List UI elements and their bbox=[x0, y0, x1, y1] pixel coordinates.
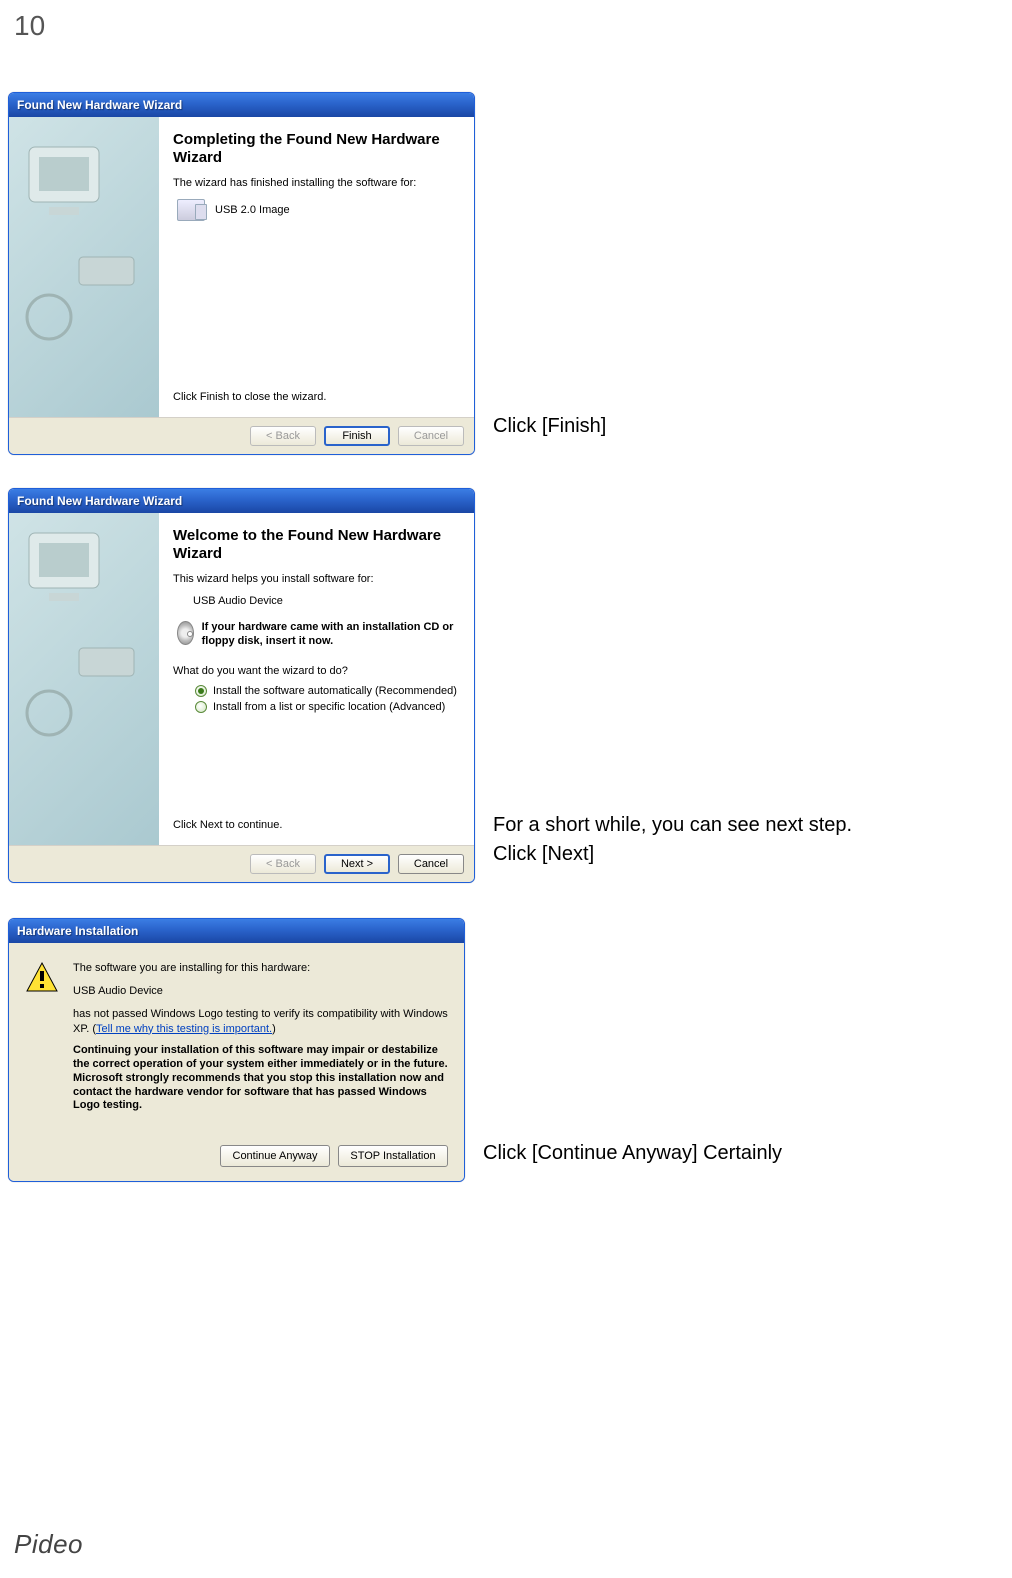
device-name: USB 2.0 Image bbox=[215, 204, 290, 216]
titlebar: Hardware Installation bbox=[9, 919, 464, 943]
radio-label: Install the software automatically (Reco… bbox=[213, 685, 457, 697]
dialog-found-new-hardware-welcome: Found New Hardware Wizard Welcome to the… bbox=[8, 488, 475, 883]
radio-option-auto[interactable]: Install the software automatically (Reco… bbox=[195, 685, 458, 697]
wizard-subtext: The wizard has finished installing the s… bbox=[173, 177, 458, 189]
hardware-graphic-icon bbox=[9, 513, 159, 845]
section-finish-wizard: Found New Hardware Wizard Completing the… bbox=[8, 92, 606, 455]
stop-installation-button[interactable]: STOP Installation bbox=[338, 1145, 448, 1167]
continue-hint: Click Next to continue. bbox=[173, 819, 458, 831]
wizard-sidebar-graphic bbox=[9, 117, 159, 417]
cd-hint-row: If your hardware came with an installati… bbox=[177, 621, 458, 649]
instruction-text: For a short while, you can see next step… bbox=[493, 811, 852, 869]
wizard-prompt: What do you want the wizard to do? bbox=[173, 665, 458, 677]
next-button[interactable]: Next > bbox=[324, 854, 390, 874]
instruction-text: Click [Finish] bbox=[493, 412, 606, 441]
warn-bold-text: Continuing your installation of this sof… bbox=[73, 1044, 448, 1113]
warn-device: USB Audio Device bbox=[73, 984, 448, 999]
page-number: 10 bbox=[14, 10, 45, 42]
radio-option-advanced[interactable]: Install from a list or specific location… bbox=[195, 701, 458, 713]
wizard-heading: Welcome to the Found New Hardware Wizard bbox=[173, 527, 458, 563]
continue-anyway-button[interactable]: Continue Anyway bbox=[220, 1145, 330, 1167]
cd-hint-text: If your hardware came with an installati… bbox=[202, 621, 458, 649]
close-hint: Click Finish to close the wizard. bbox=[173, 391, 458, 403]
radio-unselected-icon bbox=[195, 701, 207, 713]
usb-image-device-icon bbox=[177, 199, 205, 221]
tell-me-why-link[interactable]: Tell me why this testing is important. bbox=[96, 1023, 272, 1035]
radio-selected-icon bbox=[195, 685, 207, 697]
section-welcome-wizard: Found New Hardware Wizard Welcome to the… bbox=[8, 488, 852, 883]
dialog-hardware-installation: Hardware Installation The software you a… bbox=[8, 918, 465, 1182]
wizard-content: Completing the Found New Hardware Wizard… bbox=[159, 117, 474, 417]
radio-label: Install from a list or specific location… bbox=[213, 701, 445, 713]
titlebar: Found New Hardware Wizard bbox=[9, 489, 474, 513]
section-hardware-installation-warning: Hardware Installation The software you a… bbox=[8, 918, 782, 1182]
wizard-content: Welcome to the Found New Hardware Wizard… bbox=[159, 513, 474, 845]
warning-button-row: Continue Anyway STOP Installation bbox=[25, 1145, 448, 1167]
cd-disc-icon bbox=[177, 621, 194, 645]
warn-line1: The software you are installing for this… bbox=[73, 961, 448, 976]
warning-text: The software you are installing for this… bbox=[73, 961, 448, 1113]
wizard-heading: Completing the Found New Hardware Wizard bbox=[173, 131, 458, 167]
instruction-line: For a short while, you can see next step… bbox=[493, 811, 852, 840]
warning-body: The software you are installing for this… bbox=[9, 943, 464, 1181]
footer-brand-logo: Pideo bbox=[14, 1529, 83, 1560]
wizard-subtext: This wizard helps you install software f… bbox=[173, 573, 458, 585]
instruction-text: Click [Continue Anyway] Certainly bbox=[483, 1139, 782, 1168]
titlebar: Found New Hardware Wizard bbox=[9, 93, 474, 117]
back-button: < Back bbox=[250, 426, 316, 446]
button-row: < Back Next > Cancel bbox=[9, 845, 474, 882]
hardware-graphic-icon bbox=[9, 117, 159, 417]
button-row: < Back Finish Cancel bbox=[9, 417, 474, 454]
instruction-line: Click [Next] bbox=[493, 840, 852, 869]
finish-button[interactable]: Finish bbox=[324, 426, 390, 446]
warn-line2b: ) bbox=[272, 1023, 276, 1035]
wizard-sidebar-graphic bbox=[9, 513, 159, 845]
cancel-button: Cancel bbox=[398, 426, 464, 446]
warn-logo-testing: has not passed Windows Logo testing to v… bbox=[73, 1007, 448, 1037]
warning-triangle-icon bbox=[25, 961, 59, 995]
device-name: USB Audio Device bbox=[193, 595, 458, 607]
dialog-found-new-hardware-finish: Found New Hardware Wizard Completing the… bbox=[8, 92, 475, 455]
back-button: < Back bbox=[250, 854, 316, 874]
cancel-button[interactable]: Cancel bbox=[398, 854, 464, 874]
device-row: USB 2.0 Image bbox=[173, 197, 458, 223]
